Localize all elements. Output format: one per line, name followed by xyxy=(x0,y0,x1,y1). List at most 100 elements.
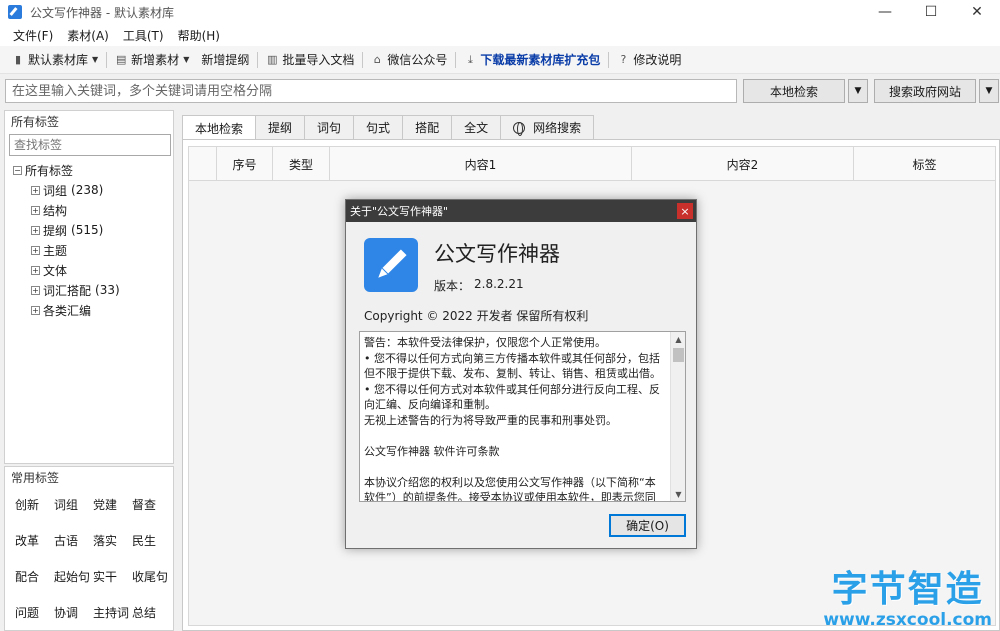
dialog-close-button[interactable]: × xyxy=(677,203,693,219)
license-textbox[interactable]: 警告：本软件受法律保护，仅限您个人正常使用。 • 您不得以任何方式向第三方传播本… xyxy=(359,331,686,502)
local-search-dropdown-button[interactable]: ▼ xyxy=(848,79,868,103)
tree-node-count: (515) xyxy=(71,223,104,237)
scroll-thumb[interactable] xyxy=(673,348,684,362)
batch-import-button[interactable]: ▥ 批量导入文档 xyxy=(260,51,360,68)
tab-full-text[interactable]: 全文 xyxy=(451,115,502,139)
column-header-content1[interactable]: 内容1 xyxy=(330,147,632,181)
local-search-button[interactable]: 本地检索 xyxy=(743,79,845,103)
license-line: 软件”）的前提条件。接受本协议或使用本软件，即表示您同 xyxy=(364,491,656,502)
toolbar-separator xyxy=(455,51,457,68)
menu-help[interactable]: 帮助(H) xyxy=(171,27,227,44)
wechat-label: 微信公众号 xyxy=(387,53,448,67)
watermark: 字节智造 www.zsxcool.com xyxy=(823,560,992,630)
expand-icon[interactable]: + xyxy=(31,225,40,235)
minimize-button[interactable]: — xyxy=(862,0,908,24)
expand-icon[interactable]: + xyxy=(31,245,40,255)
expand-icon[interactable]: + xyxy=(31,185,40,195)
tree-node-theme[interactable]: + 主题 xyxy=(5,240,173,260)
ok-button[interactable]: 确定(O) xyxy=(609,514,686,537)
common-tag[interactable]: 党建 xyxy=(93,496,131,513)
add-material-label: 新增素材 xyxy=(131,53,180,67)
common-tag[interactable]: 词组 xyxy=(54,496,92,513)
tree-node-structure[interactable]: + 结构 xyxy=(5,200,173,220)
column-header-content2[interactable]: 内容2 xyxy=(632,147,854,181)
tab-phrases[interactable]: 词句 xyxy=(304,115,355,139)
column-header-tags[interactable]: 标签 xyxy=(854,147,995,181)
toolbar-separator xyxy=(106,51,108,68)
tree-node-outline[interactable]: + 提纲 (515) xyxy=(5,220,173,240)
toolbar: ▮ 默认素材库 ▼ ▤ 新增素材 ▼ 新增提纲 ▥ 批量导入文档 ⌂ 微信公众号… xyxy=(0,46,1000,74)
tree-node-phrases[interactable]: + 词组 (238) xyxy=(5,180,173,200)
license-line: 公文写作神器 软件许可条款 xyxy=(364,444,500,458)
watermark-url: www.zsxcool.com xyxy=(823,610,992,630)
common-tag[interactable]: 实干 xyxy=(93,568,131,585)
column-header-type[interactable]: 类型 xyxy=(273,147,330,181)
close-button[interactable]: ✕ xyxy=(954,0,1000,24)
license-text: 警告：本软件受法律保护，仅限您个人正常使用。 • 您不得以任何方式向第三方传播本… xyxy=(364,335,666,502)
menu-file[interactable]: 文件(F) xyxy=(6,27,60,44)
common-tag[interactable]: 督查 xyxy=(132,496,170,513)
changelog-button[interactable]: ? 修改说明 xyxy=(611,51,687,68)
column-header-index[interactable]: 序号 xyxy=(217,147,273,181)
add-material-button[interactable]: ▤ 新增素材 ▼ xyxy=(109,51,195,68)
tab-local-search[interactable]: 本地检索 xyxy=(182,115,257,140)
download-pack-label: 下载最新素材库扩充包 xyxy=(480,53,601,67)
window-controls: — ☐ ✕ xyxy=(862,0,1000,24)
download-icon: ⤓ xyxy=(467,52,473,66)
dialog-title: 关于"公文写作神器" xyxy=(346,200,696,222)
library-icon: ▮ xyxy=(14,52,22,66)
library-dropdown[interactable]: ▮ 默认素材库 ▼ xyxy=(6,51,104,68)
common-tag[interactable]: 起始句 xyxy=(54,568,92,585)
common-tag[interactable]: 主持词 xyxy=(93,604,131,621)
common-tags-panel: 常用标签 创新 词组 党建 督查 改革 古语 落实 民生 配合 起始句 实干 收… xyxy=(4,466,174,631)
common-tag[interactable]: 收尾句 xyxy=(132,568,170,585)
common-tag[interactable]: 总结 xyxy=(132,604,170,621)
wechat-button[interactable]: ⌂ 微信公众号 xyxy=(365,51,453,68)
gov-site-search-button[interactable]: 搜索政府网站 xyxy=(874,79,976,103)
tab-outline[interactable]: 提纲 xyxy=(255,115,306,139)
maximize-button[interactable]: ☐ xyxy=(908,0,954,24)
gov-search-dropdown-button[interactable]: ▼ xyxy=(979,79,999,103)
common-tag[interactable]: 协调 xyxy=(54,604,92,621)
common-tag[interactable]: 落实 xyxy=(93,532,131,549)
tree-node-collocation[interactable]: + 词汇搭配 (33) xyxy=(5,280,173,300)
tree-node-genre[interactable]: + 文体 xyxy=(5,260,173,280)
license-scrollbar[interactable]: ▲ ▼ xyxy=(670,332,685,501)
tab-sentence-patterns[interactable]: 句式 xyxy=(353,115,404,139)
toolbar-separator xyxy=(608,51,610,68)
tree-root-node[interactable]: − 所有标签 xyxy=(5,160,173,180)
menu-tools[interactable]: 工具(T) xyxy=(116,27,171,44)
search-row: 本地检索 ▼ 搜索政府网站 ▼ xyxy=(5,79,999,103)
license-line: 本协议介绍您的权利以及您使用公文写作神器（以下简称“本 xyxy=(364,475,656,489)
tab-web-search[interactable]: 网络搜索 xyxy=(500,115,595,139)
tag-tree: − 所有标签 + 词组 (238) + 结构 + 提纲 (515) + 主题 +… xyxy=(5,160,173,320)
download-pack-button[interactable]: ⤓ 下载最新素材库扩充包 xyxy=(458,51,606,68)
tag-search-input[interactable] xyxy=(9,134,171,156)
common-tag[interactable]: 改革 xyxy=(15,532,53,549)
tree-node-compilation[interactable]: + 各类汇编 xyxy=(5,300,173,320)
common-tag[interactable]: 创新 xyxy=(15,496,53,513)
scroll-down-icon[interactable]: ▼ xyxy=(671,487,685,501)
column-header-select[interactable] xyxy=(189,147,217,181)
common-tags-caption: 常用标签 xyxy=(11,471,60,485)
expand-icon[interactable]: + xyxy=(31,265,40,275)
common-tag[interactable]: 古语 xyxy=(54,532,92,549)
collapse-icon[interactable]: − xyxy=(13,165,22,175)
expand-icon[interactable]: + xyxy=(31,205,40,215)
app-logo-icon xyxy=(364,238,418,292)
tree-root-label: 所有标签 xyxy=(25,163,74,178)
tab-collocations[interactable]: 搭配 xyxy=(402,115,453,139)
license-line xyxy=(364,459,666,475)
menu-material[interactable]: 素材(A) xyxy=(60,27,116,44)
common-tag[interactable]: 民生 xyxy=(132,532,170,549)
add-outline-button[interactable]: 新增提纲 xyxy=(195,51,255,68)
app-pen-icon xyxy=(8,5,22,19)
common-tag[interactable]: 问题 xyxy=(15,604,53,621)
expand-icon[interactable]: + xyxy=(31,285,40,295)
expand-icon[interactable]: + xyxy=(31,305,40,315)
scroll-up-icon[interactable]: ▲ xyxy=(671,332,685,346)
common-tag[interactable]: 配合 xyxy=(15,568,53,585)
keyword-search-input[interactable] xyxy=(5,79,737,103)
library-label: 默认素材库 xyxy=(28,53,89,67)
license-line: • 您不得以任何方式向第三方传播本软件或其任何部分，包括 xyxy=(364,351,660,365)
